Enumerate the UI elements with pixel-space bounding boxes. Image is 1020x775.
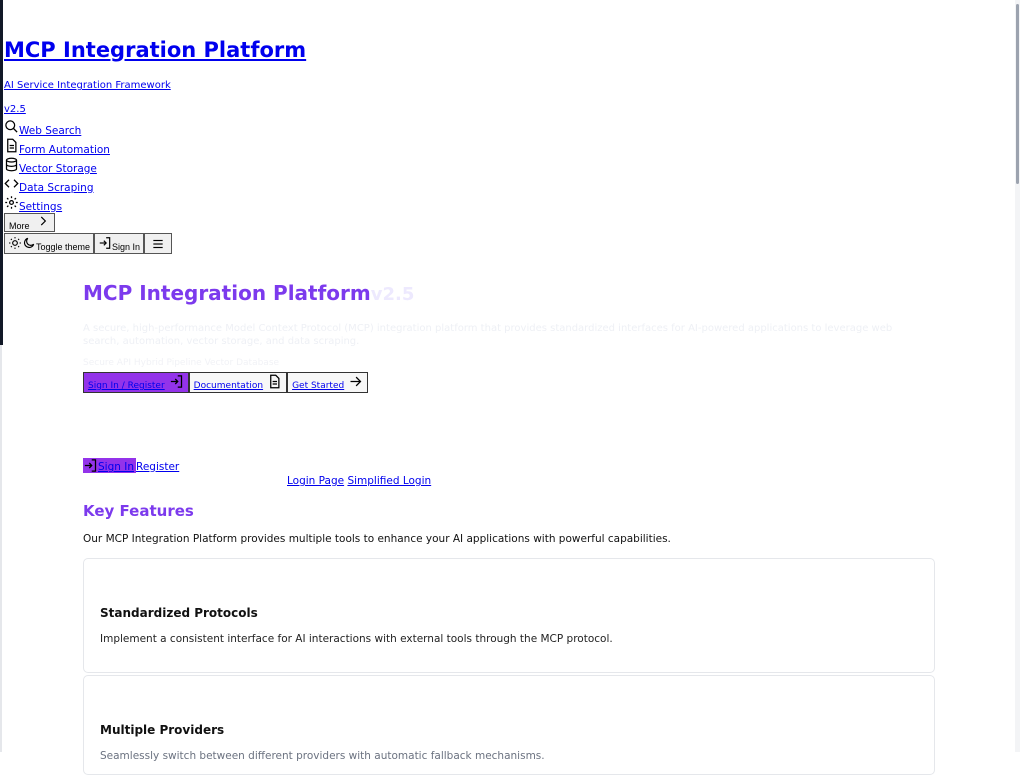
documentation-button[interactable]: Documentation [188, 372, 288, 393]
more-label: More [9, 221, 30, 231]
sidebar-item-label[interactable]: Form Automation [19, 144, 110, 156]
sign-in-link-label: Sign In [98, 461, 134, 473]
sidebar-toolbar: Toggle theme Sign In [4, 233, 173, 254]
feature-card-title: Standardized Protocols [100, 606, 258, 620]
hero-cta-row: Sign In / Register Documentation Get Sta… [83, 372, 369, 393]
toggle-theme-button[interactable]: Toggle theme [4, 233, 95, 254]
sign-in-register-button[interactable]: Sign In / Register [83, 372, 189, 393]
feature-card-title: Multiple Providers [100, 723, 225, 737]
search-icon [5, 120, 18, 133]
sun-icon [9, 237, 21, 249]
hero-title: MCP Integration Platformv2.5 [83, 281, 414, 305]
hero-version: v2.5 [370, 284, 415, 305]
cta-label: Get Started [292, 381, 345, 391]
database-icon [5, 157, 18, 172]
cta-label: Sign In / Register [88, 381, 165, 391]
sidebar-item-data-scraping[interactable]: Data Scraping [4, 175, 110, 194]
sidebar-edge [0, 0, 3, 345]
hero-description: A secure, high-performance Model Context… [83, 323, 893, 347]
sign-in-label: Sign In [112, 242, 141, 252]
document-icon [270, 374, 280, 389]
gear-icon [5, 196, 18, 209]
sidebar-item-label[interactable]: Data Scraping [19, 182, 94, 194]
hero-tags: Secure API Hybrid Pipeline Vector Databa… [83, 358, 280, 368]
sidebar-item-web-search[interactable]: Web Search [4, 118, 110, 137]
sign-in-button[interactable]: Sign In [94, 233, 145, 254]
toggle-theme-label: Toggle theme [36, 242, 91, 252]
arrow-right-icon [350, 376, 362, 387]
feature-card-description: Implement a consistent interface for AI … [100, 633, 613, 645]
feature-card: Multiple Providers Seamlessly switch bet… [83, 675, 935, 775]
login-page-link[interactable]: Login Page [287, 475, 344, 487]
login-links: Login Page Simplified Login [287, 475, 431, 487]
simplified-login-link[interactable]: Simplified Login [347, 475, 431, 487]
more-button[interactable]: More [4, 213, 55, 232]
key-features-title: Key Features [83, 502, 194, 520]
sidebar-item-settings[interactable]: Settings [4, 194, 110, 213]
moon-icon [24, 237, 35, 248]
register-link[interactable]: Register [136, 461, 179, 473]
brand-title-link[interactable]: MCP Integration Platform [4, 38, 306, 62]
sidebar-item-vector-storage[interactable]: Vector Storage [4, 156, 110, 175]
sidebar-item-form-automation[interactable]: Form Automation [4, 137, 110, 156]
sidebar-item-label[interactable]: Settings [19, 201, 62, 213]
sidebar-item-label[interactable]: Vector Storage [19, 163, 97, 175]
sidebar-edge-lower [0, 345, 2, 752]
login-icon [99, 237, 111, 249]
page-scrollbar[interactable] [1015, 0, 1020, 752]
scrollbar-thumb[interactable] [1016, 4, 1019, 184]
chevron-right-icon [40, 216, 46, 226]
menu-icon [153, 239, 163, 249]
menu-button[interactable] [144, 233, 173, 254]
sidebar-nav: Web Search Form Automation Vector Storag… [4, 118, 110, 213]
brand-subtitle-link[interactable]: AI Service Integration Framework [4, 80, 171, 91]
login-icon [170, 375, 182, 388]
cta-label: Documentation [193, 381, 264, 391]
sidebar-item-label[interactable]: Web Search [19, 125, 81, 137]
hero-title-text: MCP Integration Platform [83, 281, 371, 305]
feature-card: Standardized Protocols Implement a consi… [83, 558, 935, 673]
sign-in-link[interactable]: Sign In [83, 458, 136, 473]
auth-links-row: Sign In Register [83, 458, 179, 473]
key-features-description: Our MCP Integration Platform provides mu… [83, 533, 671, 545]
login-icon [84, 459, 97, 472]
document-icon [7, 138, 17, 153]
get-started-button[interactable]: Get Started [287, 372, 369, 393]
version-link[interactable]: v2.5 [4, 104, 26, 115]
code-icon [4, 179, 19, 188]
